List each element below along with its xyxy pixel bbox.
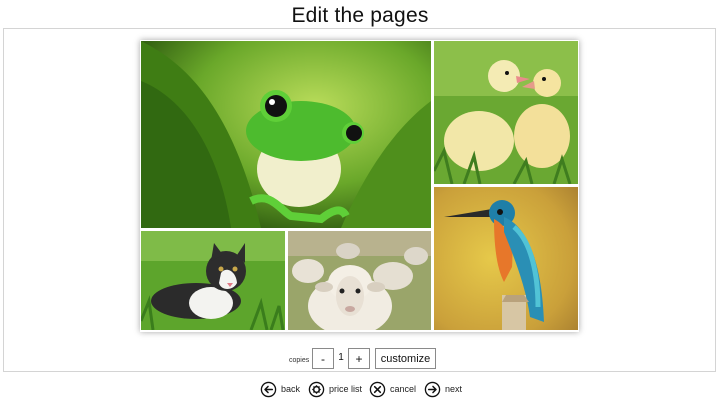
price-list-button[interactable]: price list: [308, 380, 362, 398]
photo-frog[interactable]: [141, 41, 431, 228]
photo-kitten[interactable]: [141, 231, 285, 330]
page-title: Edit the pages: [291, 4, 429, 27]
kingfisher-image: [434, 187, 578, 330]
copies-label: copies: [289, 357, 310, 364]
bottom-navigation: back price list cancel next: [0, 380, 720, 400]
photo-kingfisher[interactable]: [434, 187, 578, 330]
collage-page: [140, 40, 579, 332]
sheep-image: [288, 231, 431, 330]
photo-sheep[interactable]: [288, 231, 431, 330]
copies-controls: copies - 1 + customize: [0, 348, 720, 372]
photo-ducklings[interactable]: [434, 41, 578, 184]
customize-button[interactable]: customize: [375, 348, 436, 369]
x-circle-icon: [369, 381, 386, 397]
next-button[interactable]: next: [424, 380, 462, 398]
decrease-copies-button[interactable]: -: [312, 348, 334, 369]
back-button[interactable]: back: [260, 380, 300, 398]
cancel-label: cancel: [390, 384, 417, 394]
frog-image: [141, 41, 431, 228]
kitten-image: [141, 231, 285, 330]
arrow-left-circle-icon: [260, 381, 277, 397]
arrow-right-circle-icon: [424, 381, 441, 397]
gear-circle-icon: [308, 381, 325, 397]
cancel-button[interactable]: cancel: [369, 380, 416, 398]
price-list-label: price list: [329, 384, 363, 394]
next-label: next: [445, 384, 463, 394]
back-label: back: [281, 384, 301, 394]
copies-count: 1: [338, 352, 344, 363]
increase-copies-button[interactable]: +: [348, 348, 370, 369]
ducklings-image: [434, 41, 578, 184]
